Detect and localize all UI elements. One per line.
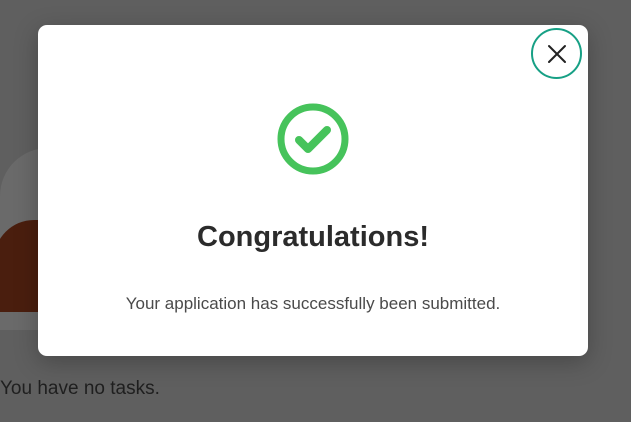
modal-title: Congratulations!	[197, 221, 429, 253]
success-modal: Congratulations! Your application has su…	[38, 25, 588, 356]
modal-message: Your application has successfully been s…	[125, 294, 501, 313]
check-circle-icon	[276, 102, 350, 176]
empty-tasks-text: You have no tasks.	[0, 378, 160, 399]
close-button[interactable]	[531, 28, 582, 79]
close-icon	[547, 44, 566, 63]
